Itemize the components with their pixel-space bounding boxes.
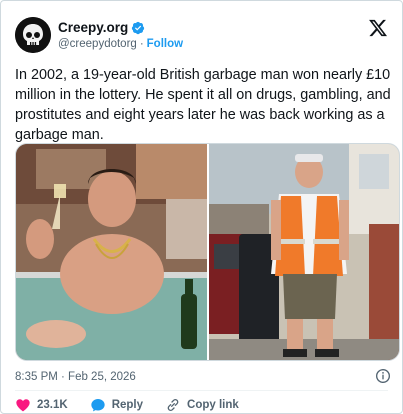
copy-link-label: Copy link (187, 399, 239, 411)
heart-icon (16, 399, 30, 412)
author-handle-row: @creepydotorg · Follow (58, 38, 183, 50)
author-handle[interactable]: @creepydotorg (58, 38, 137, 50)
actions-divider (15, 390, 388, 391)
follow-button[interactable]: Follow (147, 38, 183, 50)
reply-button[interactable]: Reply (90, 397, 143, 413)
hot-tub-photo-image (16, 144, 207, 360)
photo-garbage-man[interactable] (209, 144, 399, 360)
author-name-row: Creepy.org (58, 20, 145, 35)
verified-badge-icon[interactable] (131, 21, 145, 35)
tweet-card: Creepy.org @creepydotorg · Follow In 200… (0, 0, 403, 414)
reply-bubble-icon (91, 399, 105, 412)
like-count: 23.1K (37, 399, 68, 411)
info-icon[interactable] (375, 368, 391, 384)
copy-link-button[interactable]: Copy link (165, 397, 239, 413)
separator-dot: · (139, 38, 144, 50)
link-icon (167, 398, 179, 412)
tweet-timestamp[interactable]: 8:35 PM · Feb 25, 2026 (15, 371, 136, 383)
tweet-media[interactable] (15, 143, 400, 361)
skull-logo-icon (15, 17, 51, 53)
reply-label: Reply (111, 399, 144, 411)
garbage-man-photo-image (209, 144, 399, 360)
action-bar: 23.1K Reply Copy link (15, 397, 261, 413)
avatar[interactable] (15, 17, 51, 53)
x-logo-icon[interactable] (368, 18, 388, 38)
author-display-name[interactable]: Creepy.org (58, 20, 128, 35)
photo-hot-tub[interactable] (16, 144, 207, 360)
like-button[interactable]: 23.1K (15, 397, 68, 413)
tweet-text: In 2002, a 19-year-old British garbage m… (15, 67, 391, 143)
